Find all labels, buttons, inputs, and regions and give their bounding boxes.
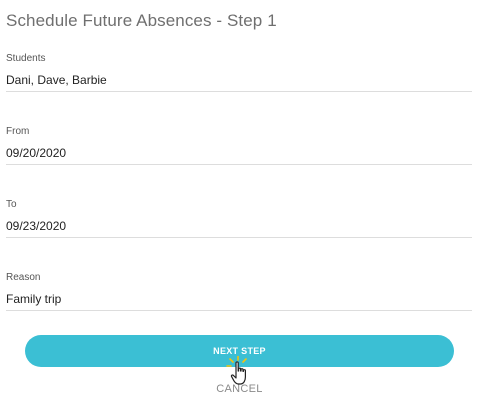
page-title: Schedule Future Absences - Step 1: [6, 11, 277, 30]
to-date-field[interactable]: To 09/23/2020: [6, 199, 472, 238]
reason-field[interactable]: Reason Family trip: [6, 272, 472, 311]
reason-value[interactable]: Family trip: [6, 292, 472, 310]
students-field[interactable]: Students Dani, Dave, Barbie: [6, 53, 472, 92]
from-date-field[interactable]: From 09/20/2020: [6, 126, 472, 165]
from-label: From: [6, 126, 30, 137]
from-date-value[interactable]: 09/20/2020: [6, 146, 472, 164]
students-value[interactable]: Dani, Dave, Barbie: [6, 73, 472, 91]
to-date-value[interactable]: 09/23/2020: [6, 219, 472, 237]
students-label: Students: [6, 53, 46, 64]
reason-label: Reason: [6, 272, 41, 283]
schedule-absences-page: Schedule Future Absences - Step 1 Studen…: [0, 0, 479, 405]
to-label: To: [6, 199, 17, 210]
hand-pointer-icon: [226, 356, 247, 385]
